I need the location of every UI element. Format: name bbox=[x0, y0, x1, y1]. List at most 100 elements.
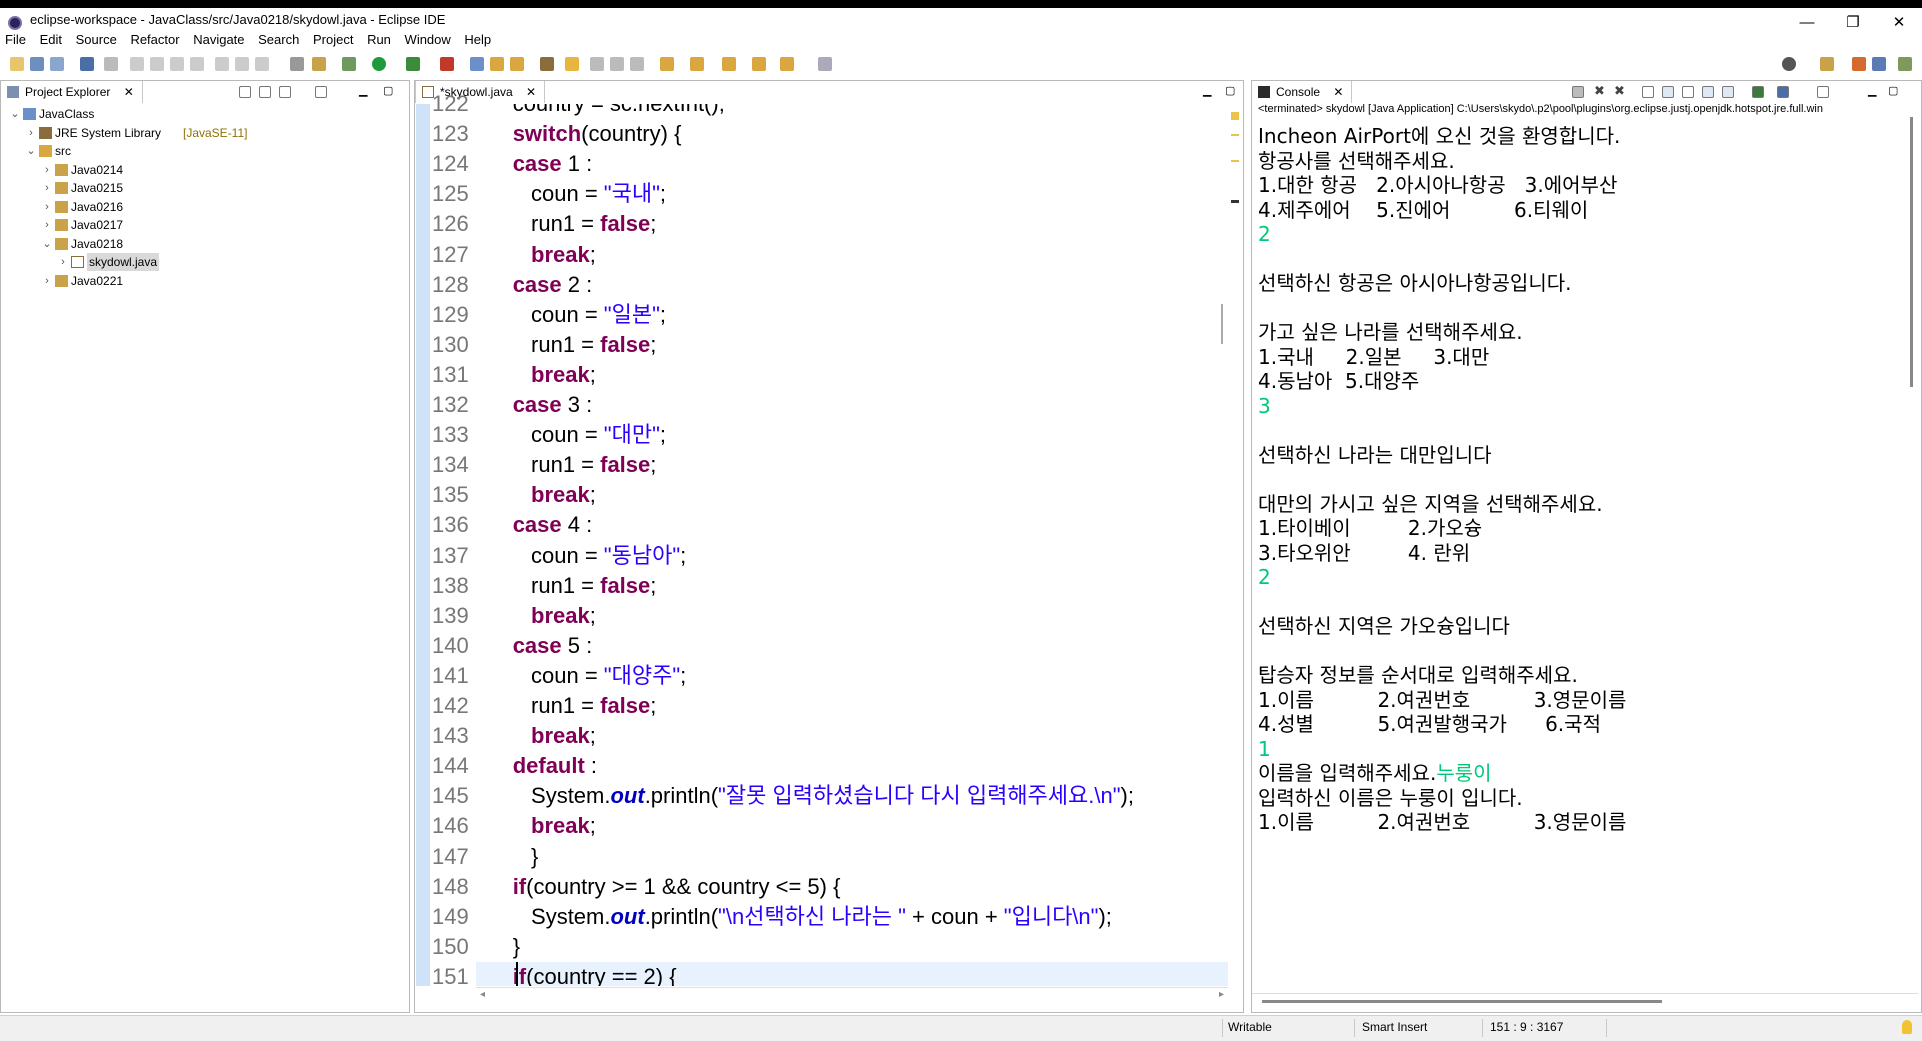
code-line[interactable]: break; bbox=[476, 240, 1228, 270]
tree-item-project-javaclass[interactable]: ⌄ JavaClass bbox=[9, 105, 389, 123]
next-annotation-icon[interactable] bbox=[660, 57, 674, 71]
scroll-thumb[interactable] bbox=[1262, 1000, 1662, 1003]
code-line[interactable]: } bbox=[476, 932, 1228, 962]
tree-item-package-java0215[interactable]: › Java0215 bbox=[41, 179, 421, 197]
code-line[interactable]: break; bbox=[476, 360, 1228, 390]
console-scrollbar[interactable] bbox=[1906, 105, 1918, 990]
view-menu-icon[interactable] bbox=[1857, 86, 1861, 98]
minimize-view-icon[interactable]: ▁ bbox=[359, 85, 367, 97]
open-type-icon[interactable] bbox=[290, 57, 304, 71]
code-line[interactable]: coun = "국내"; bbox=[476, 179, 1228, 209]
menu-window[interactable]: Window bbox=[400, 30, 456, 50]
tab-console[interactable]: Console ✕ bbox=[1252, 81, 1353, 103]
maximize-view-icon[interactable]: ▢ bbox=[1888, 85, 1898, 97]
close-icon[interactable]: ✕ bbox=[124, 85, 134, 99]
menu-project[interactable]: Project bbox=[308, 30, 358, 50]
close-button[interactable]: ✕ bbox=[1876, 8, 1922, 38]
scroll-thumb[interactable] bbox=[1221, 304, 1223, 344]
tip-of-the-day-icon[interactable] bbox=[1902, 1020, 1912, 1034]
tree-item-jre-library[interactable]: › JRE System Library [JavaSE-11] bbox=[25, 124, 405, 142]
code-line[interactable]: default : bbox=[476, 751, 1228, 781]
code-line[interactable]: System.out.println("\n선택하신 나라는 " + coun … bbox=[476, 902, 1228, 932]
menu-edit[interactable]: Edit bbox=[35, 30, 67, 50]
code-line[interactable]: case 2 : bbox=[476, 270, 1228, 300]
step-over-icon[interactable] bbox=[235, 57, 249, 71]
search-icon[interactable] bbox=[1782, 57, 1796, 71]
code-line[interactable]: break; bbox=[476, 811, 1228, 841]
code-line[interactable]: break; bbox=[476, 480, 1228, 510]
tree-item-file-skydowl-java[interactable]: › skydowl.java bbox=[57, 253, 437, 271]
expanded-chevron-icon[interactable]: ⌄ bbox=[41, 235, 53, 253]
remove-launch-icon[interactable]: ✖ bbox=[1594, 84, 1606, 97]
code-line[interactable]: break; bbox=[476, 601, 1228, 631]
close-icon[interactable]: ✕ bbox=[1333, 85, 1343, 99]
code-line[interactable]: run1 = false; bbox=[476, 330, 1228, 360]
new-java-project-icon[interactable] bbox=[470, 57, 484, 71]
open-perspective-icon[interactable] bbox=[1820, 57, 1834, 71]
collapsed-chevron-icon[interactable]: › bbox=[25, 124, 37, 142]
code-line[interactable]: case 5 : bbox=[476, 631, 1228, 661]
menu-search[interactable]: Search bbox=[253, 30, 304, 50]
minimize-button[interactable]: — bbox=[1784, 8, 1830, 38]
open-task-icon[interactable] bbox=[312, 57, 326, 71]
code-area[interactable]: country = sc.nextInt(); switch(country) … bbox=[476, 104, 1228, 986]
filter-icon[interactable] bbox=[279, 86, 291, 98]
new-class-icon[interactable] bbox=[510, 57, 524, 71]
code-line[interactable]: run1 = false; bbox=[476, 691, 1228, 721]
warning-marker[interactable] bbox=[1231, 134, 1239, 136]
code-line[interactable]: switch(country) { bbox=[476, 119, 1228, 149]
overview-ruler[interactable] bbox=[1221, 104, 1243, 986]
collapse-all-icon[interactable] bbox=[239, 86, 251, 98]
maximize-button[interactable]: ❐ bbox=[1830, 8, 1876, 38]
toggle-mark-occurrences-icon[interactable] bbox=[565, 57, 579, 71]
step-return-icon[interactable] bbox=[255, 57, 269, 71]
previous-annotation-icon[interactable] bbox=[690, 57, 704, 71]
last-edit-icon[interactable] bbox=[722, 57, 736, 71]
collapsed-chevron-icon[interactable]: › bbox=[41, 179, 53, 197]
terminate-icon[interactable] bbox=[1572, 86, 1584, 98]
pin-editor-icon[interactable] bbox=[818, 57, 832, 71]
focus-icon[interactable] bbox=[315, 86, 327, 98]
maximize-view-icon[interactable]: ▢ bbox=[383, 85, 393, 97]
collapsed-chevron-icon[interactable]: › bbox=[41, 198, 53, 216]
collapsed-chevron-icon[interactable]: › bbox=[57, 253, 69, 271]
view-menu-icon[interactable] bbox=[343, 86, 347, 98]
new-icon[interactable] bbox=[10, 57, 24, 71]
minimize-view-icon[interactable]: ▁ bbox=[1868, 85, 1876, 97]
pin-console-icon[interactable] bbox=[1752, 86, 1764, 98]
terminal-icon[interactable] bbox=[80, 57, 94, 71]
menu-refactor[interactable]: Refactor bbox=[125, 30, 184, 50]
scroll-lock-icon[interactable] bbox=[1662, 86, 1674, 98]
step-into-icon[interactable] bbox=[215, 57, 229, 71]
forward-icon[interactable] bbox=[780, 57, 794, 71]
word-wrap-icon[interactable] bbox=[1682, 86, 1694, 98]
show-whitespace-icon[interactable] bbox=[610, 57, 624, 71]
terminate-icon[interactable] bbox=[170, 57, 184, 71]
tree-item-package-java0217[interactable]: › Java0217 bbox=[41, 216, 421, 234]
tree-item-package-java0216[interactable]: › Java0216 bbox=[41, 198, 421, 216]
show-on-stderr-icon[interactable] bbox=[1722, 86, 1734, 98]
console-hscroll[interactable] bbox=[1252, 993, 1918, 1011]
code-line[interactable]: if(country == 2) { bbox=[476, 961, 1228, 986]
suspend-icon[interactable] bbox=[150, 57, 164, 71]
coverage-icon[interactable] bbox=[406, 57, 420, 71]
collapsed-chevron-icon[interactable]: › bbox=[41, 161, 53, 179]
menu-run[interactable]: Run bbox=[362, 30, 396, 50]
tree-item-package-java0218[interactable]: ⌄ Java0218 bbox=[41, 235, 421, 253]
debug-perspective-icon[interactable] bbox=[1898, 57, 1912, 71]
code-line[interactable]: coun = "대만"; bbox=[476, 420, 1228, 450]
disconnect-icon[interactable] bbox=[190, 57, 204, 71]
maximize-view-icon[interactable]: ▢ bbox=[1225, 85, 1235, 97]
horizontal-scrollbar[interactable]: ◂ ▸ bbox=[476, 987, 1228, 1005]
tab-project-explorer[interactable]: Project Explorer ✕ bbox=[1, 81, 143, 103]
code-line[interactable]: case 3 : bbox=[476, 390, 1228, 420]
code-line[interactable]: coun = "동남아"; bbox=[476, 541, 1228, 571]
java-perspective-icon[interactable] bbox=[1872, 57, 1886, 71]
resume-icon[interactable] bbox=[130, 57, 144, 71]
show-on-stdout-icon[interactable] bbox=[1702, 86, 1714, 98]
display-console-icon[interactable] bbox=[1777, 86, 1789, 98]
back-icon[interactable] bbox=[752, 57, 766, 71]
code-line[interactable]: coun = "대양주"; bbox=[476, 661, 1228, 691]
code-line[interactable]: coun = "일본"; bbox=[476, 300, 1228, 330]
console-output[interactable]: Incheon AirPort에 오신 것을 환영합니다. 항공사를 선택해주세요… bbox=[1258, 121, 1908, 1009]
